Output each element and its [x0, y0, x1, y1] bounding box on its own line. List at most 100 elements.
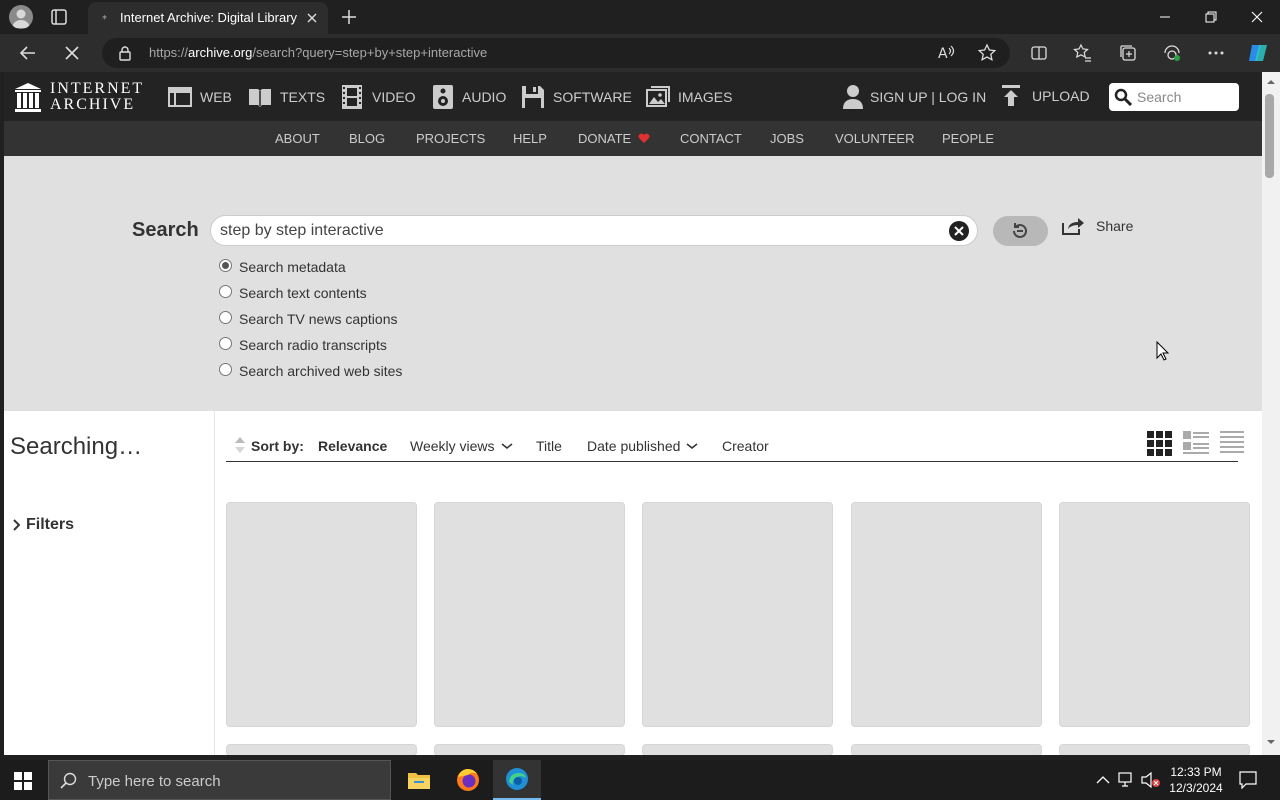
network-icon[interactable] [1118, 772, 1136, 788]
stop-loading-icon[interactable] [62, 43, 82, 63]
subnav-donate-label: DONATE [578, 131, 632, 146]
copilot-icon[interactable] [1246, 41, 1270, 65]
extensions-icon[interactable] [1162, 43, 1182, 63]
clear-search-icon[interactable] [948, 220, 970, 242]
restore-icon[interactable] [1188, 0, 1234, 34]
sort-date-published[interactable]: Date published [587, 438, 698, 454]
subnav-jobs[interactable]: JOBS [770, 131, 804, 146]
web-icon [168, 87, 192, 107]
radio-search-text-contents[interactable]: Search text contents [219, 284, 367, 301]
search-query-input[interactable]: step by step interactive [210, 215, 978, 246]
page-scrollbar[interactable] [1262, 72, 1280, 755]
url-text: https://archive.org/search?query=step+by… [149, 45, 488, 60]
tab-close-icon[interactable] [304, 10, 320, 26]
sort-creator[interactable]: Creator [722, 438, 769, 454]
clock-time: 12:33 PM [1170, 765, 1222, 779]
subnav-volunteer[interactable]: VOLUNTEER [835, 131, 914, 146]
heart-icon [638, 133, 650, 143]
list-compact-view-icon[interactable] [1220, 431, 1244, 456]
signup-label: SIGN UP | LOG IN [870, 89, 987, 105]
windows-start-icon[interactable] [14, 772, 32, 790]
upload-icon [1002, 85, 1020, 106]
upload-link[interactable]: UPLOAD [1000, 84, 1090, 108]
scroll-down-icon[interactable] [1262, 736, 1280, 748]
tab-actions-icon[interactable] [48, 7, 70, 27]
radio-search-radio-transcripts[interactable]: Search radio transcripts [219, 336, 387, 353]
nav-texts[interactable]: TEXTS [248, 84, 325, 110]
firefox-icon[interactable] [444, 760, 492, 800]
subnav-help[interactable]: HELP [513, 131, 547, 146]
radio-search-archived-websites[interactable]: Search archived web sites [219, 362, 402, 379]
radio-search-metadata[interactable]: Search metadata [219, 258, 346, 275]
ia-header-search-input[interactable]: Search [1109, 83, 1239, 111]
subnav-people[interactable]: PEOPLE [942, 131, 994, 146]
sort-weekly-views[interactable]: Weekly views [410, 438, 513, 454]
notifications-icon[interactable] [1239, 771, 1257, 789]
address-bar[interactable]: https://archive.org/search?query=step+by… [102, 38, 1010, 68]
nav-software[interactable]: SOFTWARE [521, 84, 632, 110]
result-tile-placeholder [434, 744, 625, 755]
file-explorer-icon[interactable] [395, 760, 443, 800]
floppy-icon [522, 86, 544, 108]
back-arrow-icon[interactable] [18, 43, 38, 63]
grid-view-icon[interactable] [1147, 431, 1172, 456]
minimize-icon[interactable] [1142, 0, 1188, 34]
favorite-star-icon[interactable] [977, 43, 997, 63]
radio-dot[interactable] [219, 284, 232, 298]
subnav-projects[interactable]: PROJECTS [416, 131, 485, 146]
profile-avatar-icon[interactable] [9, 5, 33, 29]
browser-tab-active[interactable]: * Internet Archive: Digital Library of F… [88, 2, 328, 34]
subnav-about[interactable]: ABOUT [275, 131, 320, 146]
radio-dot[interactable] [219, 362, 232, 376]
radio-label: Search radio transcripts [239, 337, 387, 353]
ia-logo[interactable]: INTERNET ARCHIVE [14, 81, 144, 113]
taskbar-clock[interactable]: 12:33 PM 12/3/2024 [1164, 764, 1228, 796]
nav-web[interactable]: WEB [168, 84, 232, 110]
filters-label: Filters [26, 516, 75, 533]
nav-video[interactable]: VIDEO [340, 84, 416, 110]
share-button[interactable]: Share [1062, 217, 1133, 235]
nav-audio[interactable]: AUDIO [432, 84, 506, 110]
scroll-up-icon[interactable] [1262, 76, 1280, 88]
radio-dot[interactable] [219, 336, 232, 350]
volume-muted-icon[interactable] [1141, 772, 1161, 788]
list-detail-view-icon[interactable] [1183, 431, 1209, 456]
radio-dot[interactable] [219, 310, 232, 324]
radio-dot[interactable] [219, 258, 232, 272]
more-menu-icon[interactable] [1206, 43, 1226, 63]
new-tab-icon[interactable] [340, 8, 358, 26]
search-icon [1114, 88, 1132, 106]
subnav-blog[interactable]: BLOG [349, 131, 385, 146]
search-submit-button[interactable] [993, 216, 1048, 246]
edge-icon[interactable] [493, 760, 541, 800]
chevron-down-icon [501, 443, 513, 449]
favorites-icon[interactable] [1073, 43, 1093, 63]
speaker-icon [433, 85, 453, 109]
tab-favicon-icon: * [102, 14, 107, 25]
search-label: Search [132, 219, 199, 241]
split-screen-icon[interactable] [1029, 43, 1049, 63]
signup-login-link[interactable]: SIGN UP | LOG IN [842, 84, 986, 110]
nav-images[interactable]: IMAGES [646, 84, 732, 110]
svg-text:A: A [938, 46, 948, 62]
show-hidden-icons-chevron-icon[interactable] [1096, 775, 1110, 785]
ia-top-nav: INTERNET ARCHIVE WEB TEXTS VIDEO AUDIO S… [4, 72, 1262, 121]
ia-sub-nav: ABOUT BLOG PROJECTS HELP DONATE CONTACT … [4, 121, 1262, 156]
taskbar-search-input[interactable]: Type here to search [48, 760, 391, 800]
subnav-donate[interactable]: DONATE [578, 131, 650, 146]
close-window-icon[interactable] [1234, 0, 1280, 34]
sort-relevance[interactable]: Relevance [318, 438, 387, 454]
read-aloud-icon[interactable]: A [936, 43, 956, 63]
sort-title[interactable]: Title [536, 438, 562, 454]
sort-direction-icon[interactable] [234, 436, 246, 454]
lock-icon[interactable] [118, 45, 132, 61]
collections-icon[interactable] [1118, 43, 1138, 63]
share-icon [1062, 218, 1084, 235]
nav-video-label: VIDEO [372, 89, 416, 105]
filters-toggle[interactable]: Filters [12, 516, 74, 534]
browser-toolbar: https://archive.org/search?query=step+by… [0, 34, 1280, 72]
scrollbar-thumb[interactable] [1265, 94, 1274, 178]
subnav-contact[interactable]: CONTACT [680, 131, 742, 146]
radio-search-tv-captions[interactable]: Search TV news captions [219, 310, 398, 327]
result-tile-placeholder [642, 502, 833, 727]
